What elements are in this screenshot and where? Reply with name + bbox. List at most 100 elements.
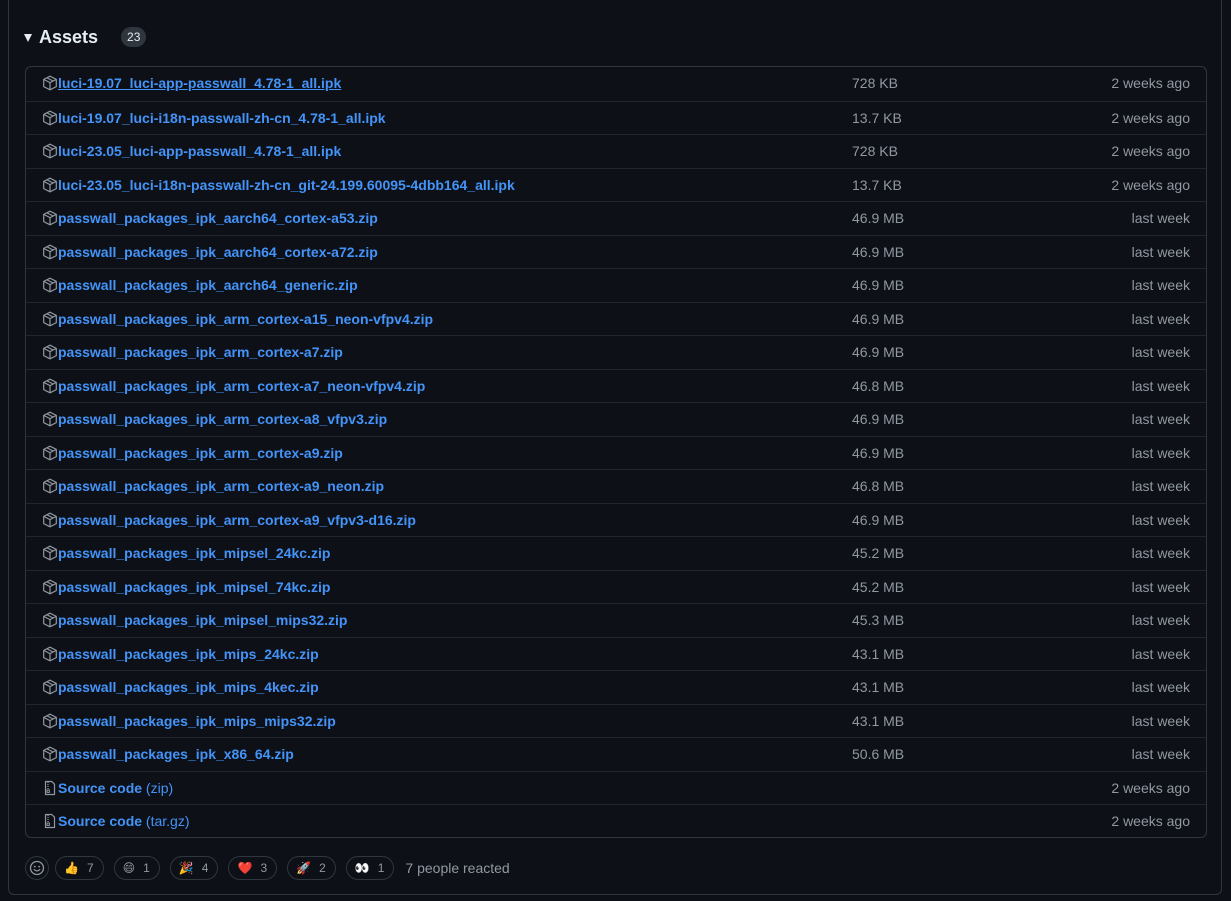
asset-download-link[interactable]: passwall_packages_ipk_aarch64_generic.zi… <box>58 269 358 302</box>
package-icon <box>43 612 57 628</box>
assets-count-badge: 23 <box>121 27 147 47</box>
package-icon <box>43 143 57 159</box>
asset-download-link[interactable]: luci-19.07_luci-app-passwall_4.78-1_all.… <box>58 67 341 100</box>
asset-date: last week <box>1131 277 1190 293</box>
asset-download-link[interactable]: passwall_packages_ipk_arm_cortex-a9.zip <box>58 437 343 470</box>
asset-size: 46.9 MB <box>852 444 905 461</box>
package-icon <box>43 277 57 293</box>
add-reaction-button[interactable] <box>25 856 49 880</box>
asset-row: passwall_packages_ipk_arm_cortex-a8_vfpv… <box>26 402 1206 436</box>
reaction-thumbs-up-button[interactable]: 👍 7 <box>55 856 104 880</box>
asset-download-link[interactable]: passwall_packages_ipk_aarch64_cortex-a72… <box>58 236 378 269</box>
asset-date: 2 weeks ago <box>1111 109 1190 126</box>
asset-download-link[interactable]: Source code (zip) <box>58 772 173 805</box>
asset-date: last week <box>1131 411 1190 427</box>
asset-date: 2 weeks ago <box>1111 176 1190 193</box>
reaction-eyes-button[interactable]: 👀 1 <box>345 856 395 880</box>
asset-row: luci-19.07_luci-app-passwall_4.78-1_all.… <box>26 67 1206 101</box>
asset-size: 45.2 MB <box>852 578 905 595</box>
asset-download-link[interactable]: passwall_packages_ipk_aarch64_cortex-a53… <box>58 202 378 235</box>
asset-date: last week <box>1131 545 1190 561</box>
asset-date: last week <box>1131 210 1190 226</box>
asset-size: 43.1 MB <box>852 645 905 662</box>
reaction-heart-button[interactable]: ❤️ 3 <box>228 856 278 880</box>
asset-name: passwall_packages_ipk_arm_cortex-a9_vfpv… <box>58 511 416 528</box>
reaction-count: 7 <box>86 861 94 875</box>
asset-name: luci-23.05_luci-i18n-passwall-zh-cn_git-… <box>58 176 515 193</box>
asset-size: 46.9 MB <box>852 310 905 327</box>
asset-name: passwall_packages_ipk_arm_cortex-a15_neo… <box>58 310 434 327</box>
asset-size: 45.2 MB <box>852 545 905 561</box>
asset-download-link[interactable]: passwall_packages_ipk_arm_cortex-a7_neon… <box>58 370 425 403</box>
asset-download-link[interactable]: passwall_packages_ipk_mips_4kec.zip <box>58 671 319 704</box>
asset-download-link[interactable]: passwall_packages_ipk_mipsel_74kc.zip <box>58 571 330 604</box>
asset-size: 46.9 MB <box>852 344 905 360</box>
asset-download-link[interactable]: passwall_packages_ipk_mipsel_24kc.zip <box>58 537 330 570</box>
asset-size: 46.9 MB <box>852 210 905 226</box>
package-icon <box>43 311 57 326</box>
asset-download-link[interactable]: luci-23.05_luci-app-passwall_4.78-1_all.… <box>58 135 341 168</box>
asset-download-link[interactable]: passwall_packages_ipk_x86_64.zip <box>58 738 294 771</box>
asset-row: passwall_packages_ipk_mipsel_24kc.zip 45.… <box>26 536 1206 570</box>
asset-download-link[interactable]: passwall_packages_ipk_arm_cortex-a9_vfpv… <box>58 504 416 537</box>
asset-row: passwall_packages_ipk_mips_mips32.zip 43.… <box>26 703 1206 738</box>
asset-row: Source code (zip) 2 weeks ago <box>26 770 1206 805</box>
asset-row: luci-23.05_luci-app-passwall_4.78-1_all.… <box>26 134 1206 168</box>
asset-name: passwall_packages_ipk_arm_cortex-a8_vfpv… <box>58 411 388 427</box>
asset-name: passwall_packages_ipk_mips_24kc.zip <box>58 645 319 662</box>
asset-date: last week <box>1131 444 1190 461</box>
asset-date: 2 weeks ago <box>1111 813 1190 829</box>
asset-name: passwall_packages_ipk_aarch64_cortex-a72… <box>58 243 378 260</box>
asset-download-link[interactable]: luci-23.05_luci-i18n-passwall-zh-cn_git-… <box>58 169 515 202</box>
reaction-count: 2 <box>319 861 326 875</box>
asset-download-link[interactable]: passwall_packages_ipk_arm_cortex-a7.zip <box>58 336 343 369</box>
asset-row: passwall_packages_ipk_mips_24kc.zip 43.1 … <box>26 636 1206 671</box>
asset-date: last week <box>1131 511 1190 528</box>
asset-download-link[interactable]: Source code (tar.gz) <box>58 805 190 837</box>
package-icon <box>43 445 57 460</box>
asset-size: 46.9 MB <box>852 277 905 293</box>
reactions-bar: 👍 7 😄 1 🎉 4 ❤️ 3 🚀 2 👀 1 7 people reacted <box>25 854 510 882</box>
asset-date: last week <box>1131 478 1190 494</box>
asset-download-link[interactable]: passwall_packages_ipk_mips_mips32.zip <box>58 705 336 738</box>
asset-date: 2 weeks ago <box>1111 143 1190 159</box>
assets-title: Assets <box>39 26 99 47</box>
asset-size: 13.7 KB <box>852 176 902 193</box>
asset-size: 50.6 MB <box>852 746 905 762</box>
asset-row: passwall_packages_ipk_arm_cortex-a7.zip 4… <box>26 335 1206 369</box>
asset-name: passwall_packages_ipk_mips_4kec.zip <box>58 679 319 695</box>
asset-name: passwall_packages_ipk_x86_64.zip <box>58 746 294 762</box>
asset-name: passwall_packages_ipk_mipsel_mips32.zip <box>58 612 348 628</box>
asset-row: luci-19.07_luci-i18n-passwall-zh-cn_4.78… <box>26 100 1206 135</box>
asset-date: last week <box>1131 645 1190 662</box>
reactions-summary: 7 people reacted <box>405 860 510 876</box>
asset-size: 46.8 MB <box>852 377 905 394</box>
asset-download-link[interactable]: passwall_packages_ipk_arm_cortex-a8_vfpv… <box>58 403 387 436</box>
asset-name: luci-23.05_luci-app-passwall_4.78-1_all.… <box>58 143 342 159</box>
asset-date: last week <box>1131 243 1190 260</box>
asset-size: 46.8 MB <box>852 478 905 494</box>
package-icon <box>43 646 57 661</box>
package-icon <box>43 378 57 393</box>
package-icon <box>43 177 57 192</box>
hooray-icon: 🎉 <box>178 861 194 875</box>
asset-download-link[interactable]: passwall_packages_ipk_mipsel_mips32.zip <box>58 604 348 637</box>
asset-download-link[interactable]: passwall_packages_ipk_arm_cortex-a9_neon… <box>58 470 384 503</box>
package-icon <box>43 679 57 695</box>
rocket-icon: 🚀 <box>296 861 312 875</box>
asset-date: last week <box>1131 578 1190 595</box>
package-icon <box>43 110 57 125</box>
asset-download-link[interactable]: luci-19.07_luci-i18n-passwall-zh-cn_4.78… <box>58 102 386 135</box>
file-zip-icon <box>44 780 56 795</box>
assets-toggle[interactable]: Assets 23 <box>24 24 147 50</box>
reaction-rocket-button[interactable]: 🚀 2 <box>287 856 336 880</box>
asset-download-link[interactable]: passwall_packages_ipk_arm_cortex-a15_neo… <box>58 303 433 336</box>
asset-download-link[interactable]: passwall_packages_ipk_mips_24kc.zip <box>58 638 319 671</box>
package-icon <box>43 512 57 527</box>
reaction-laugh-button[interactable]: 😄 1 <box>113 856 160 880</box>
package-icon <box>43 579 57 594</box>
asset-size: 46.9 MB <box>852 511 905 528</box>
reaction-hooray-button[interactable]: 🎉 4 <box>169 856 219 880</box>
asset-name: passwall_packages_ipk_mips_mips32.zip <box>58 712 336 729</box>
package-icon <box>43 746 57 762</box>
